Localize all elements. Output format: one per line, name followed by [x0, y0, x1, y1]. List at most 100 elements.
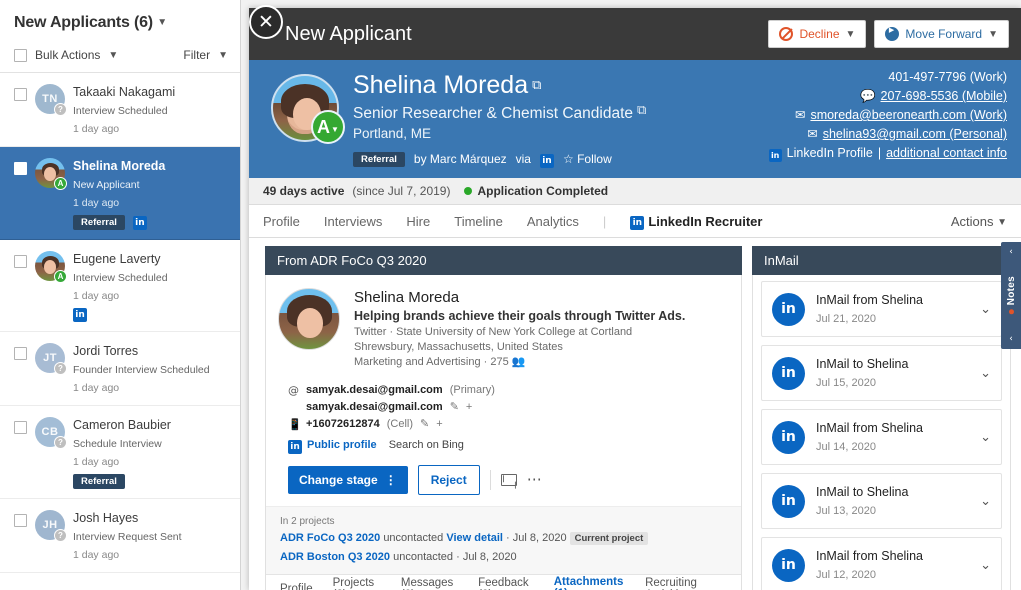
- linkedin-icon[interactable]: in: [73, 308, 87, 322]
- inmail-date: Jul 15, 2020: [816, 377, 876, 389]
- applicant-list-item[interactable]: A Eugene Laverty Interview Scheduled 1 day …: [0, 240, 240, 332]
- applicant-grade-badge[interactable]: A ▼: [311, 110, 345, 144]
- add-icon[interactable]: +: [466, 399, 472, 416]
- applicant-timestamp: 1 day ago: [73, 549, 120, 561]
- bulk-actions-label[interactable]: Bulk Actions: [35, 48, 100, 62]
- primary-email-row: @ samyak.desai@gmail.com (Primary): [288, 382, 729, 399]
- linkedin-icon: in: [772, 548, 805, 582]
- project-name-link[interactable]: ADR Boston Q3 2020: [280, 551, 390, 563]
- inmail-row[interactable]: in InMail from Shelina Jul 12, 2020 ⌄: [761, 537, 1002, 590]
- view-detail-link[interactable]: View detail: [446, 532, 503, 544]
- linkedin-icon[interactable]: in: [132, 215, 147, 230]
- referral-badge: Referral: [73, 474, 125, 489]
- chevron-down-icon[interactable]: ⌄: [980, 366, 991, 381]
- filter-label[interactable]: Filter: [183, 48, 210, 62]
- applicant-list-item[interactable]: TN? Takaaki Nakagami Interview Scheduled 1 …: [0, 73, 240, 147]
- candidate-hero: A ▼ Shelina Moreda ⧉ Senior Researcher & C…: [249, 60, 1021, 178]
- linkedin-profile-label[interactable]: LinkedIn Profile: [787, 144, 873, 163]
- project-name-link[interactable]: ADR FoCo Q3 2020: [280, 532, 380, 544]
- tab-analytics[interactable]: Analytics: [527, 214, 579, 229]
- applicant-list-item[interactable]: A Shelina Moreda New Applicant 1 day ago Ref…: [0, 147, 240, 240]
- notes-side-tab[interactable]: ‹ Notes ‹: [1001, 242, 1021, 349]
- linkedin-icon: in: [772, 420, 805, 454]
- subtab-attachments-1[interactable]: Attachments (1): [554, 574, 625, 590]
- sidebar-title[interactable]: New Applicants (6) ▼: [0, 0, 240, 42]
- status-badge: Application Completed: [477, 184, 609, 198]
- work-email-link[interactable]: smoreda@beeronearth.com (Work): [810, 106, 1007, 125]
- separator: |: [877, 146, 882, 160]
- applicant-status: Schedule Interview: [73, 438, 162, 450]
- inmail-row[interactable]: in InMail from Shelina Jul 14, 2020 ⌄: [761, 409, 1002, 465]
- applicant-timestamp: 1 day ago: [73, 290, 120, 302]
- edit-icon[interactable]: ✎: [450, 399, 459, 416]
- linkedin-icon[interactable]: in: [539, 154, 554, 168]
- chevron-down-icon[interactable]: ⌄: [980, 302, 991, 317]
- change-stage-button[interactable]: Change stage ⋮: [288, 466, 408, 494]
- profile-action-row: Change stage ⋮ Reject ⋯: [266, 456, 741, 506]
- additional-contact-info-link[interactable]: additional contact info: [886, 144, 1007, 163]
- chevron-down-icon[interactable]: ⌄: [980, 430, 991, 445]
- inmail-date: Jul 12, 2020: [816, 569, 876, 581]
- tab-timeline[interactable]: Timeline: [454, 214, 503, 229]
- add-icon[interactable]: +: [436, 416, 442, 433]
- applicant-checkbox[interactable]: [14, 421, 27, 434]
- applicant-list-item[interactable]: JH? Josh Hayes Interview Request Sent 1 day…: [0, 499, 240, 573]
- status-dot-icon: [464, 187, 473, 195]
- linkedin-icon[interactable]: in: [768, 149, 782, 162]
- bulk-select-checkbox[interactable]: [14, 48, 27, 62]
- applicant-checkbox[interactable]: [14, 88, 27, 101]
- applicant-checkbox[interactable]: [14, 514, 27, 527]
- tab-hire[interactable]: Hire: [406, 214, 430, 229]
- chevron-down-icon[interactable]: ⌄: [980, 558, 991, 573]
- personal-email-link[interactable]: shelina93@gmail.com (Personal): [823, 125, 1007, 144]
- external-link-icon[interactable]: ⧉: [637, 102, 646, 117]
- actions-menu[interactable]: Actions ▼: [951, 214, 1007, 229]
- chevron-down-icon[interactable]: ⌄: [980, 494, 991, 509]
- tab-linkedin-recruiter[interactable]: in LinkedIn Recruiter: [630, 212, 762, 230]
- applicant-checkbox[interactable]: [14, 162, 27, 175]
- mobile-phone-link[interactable]: 207-698-5536 (Mobile): [881, 87, 1007, 106]
- edit-icon[interactable]: ✎: [420, 416, 429, 433]
- external-link-icon[interactable]: ⧉: [532, 77, 541, 92]
- search-on-bing-link[interactable]: Search on Bing: [389, 439, 464, 451]
- public-profile-link[interactable]: in Public profile: [288, 436, 377, 454]
- applicant-checkbox[interactable]: [14, 347, 27, 360]
- applicant-name: Takaaki Nakagami: [73, 85, 176, 99]
- decline-button[interactable]: Decline ▼: [768, 20, 867, 48]
- modal-header: New Applicant Decline ▼ Move Forward ▼: [249, 8, 1021, 60]
- projects-block: In 2 projects ADR FoCo Q3 2020 uncontact…: [266, 506, 741, 574]
- profile-headline: Helping brands achieve their goals throu…: [354, 309, 686, 323]
- chevron-down-icon: ▼: [997, 216, 1007, 228]
- applicant-list-item[interactable]: CB? Cameron Baubier Schedule Interview 1 da…: [0, 406, 240, 499]
- applicant-status: New Applicant: [73, 179, 140, 191]
- inmail-row[interactable]: in InMail to Shelina Jul 13, 2020 ⌄: [761, 473, 1002, 529]
- subtab-recruiting-activities[interactable]: Recruiting Activities: [645, 574, 727, 590]
- reject-button[interactable]: Reject: [417, 465, 480, 495]
- secondary-email: samyak.desai@gmail.com: [306, 401, 443, 413]
- close-icon[interactable]: ✕: [249, 5, 283, 39]
- more-options-icon[interactable]: ⋯: [527, 472, 543, 487]
- inmail-row[interactable]: in InMail from Shelina Jul 21, 2020 ⌄: [761, 281, 1002, 337]
- inmail-row[interactable]: in InMail to Shelina Jul 15, 2020 ⌄: [761, 345, 1002, 401]
- subtab-projects-2[interactable]: Projects (2): [333, 574, 381, 590]
- tab-interviews[interactable]: Interviews: [324, 214, 383, 229]
- inmail-title: InMail from Shelina: [816, 293, 923, 307]
- separator: |: [602, 213, 607, 229]
- applicant-name: Jordi Torres: [73, 344, 139, 358]
- chevron-left-icon: ‹: [1009, 333, 1013, 344]
- subtab-feedback-0[interactable]: Feedback (0): [478, 574, 534, 590]
- tab-profile[interactable]: Profile: [263, 214, 300, 229]
- subtab-messages-0[interactable]: Messages (0): [401, 574, 458, 590]
- project-date: · Jul 8, 2020: [506, 532, 567, 544]
- linkedin-icon: in: [630, 216, 645, 230]
- linkedin-icon: in: [772, 484, 805, 518]
- subtab-profile[interactable]: Profile: [280, 574, 313, 590]
- avatar: TN?: [35, 84, 67, 116]
- move-forward-button[interactable]: Move Forward ▼: [874, 20, 1009, 48]
- follow-button[interactable]: ☆ Follow: [563, 152, 612, 166]
- linkedin-icon: in: [772, 356, 805, 390]
- applicant-timestamp: 1 day ago: [73, 382, 120, 394]
- applicant-list-item[interactable]: JT? Jordi Torres Founder Interview Schedul…: [0, 332, 240, 406]
- applicant-checkbox[interactable]: [14, 255, 27, 268]
- mail-icon[interactable]: [500, 474, 517, 486]
